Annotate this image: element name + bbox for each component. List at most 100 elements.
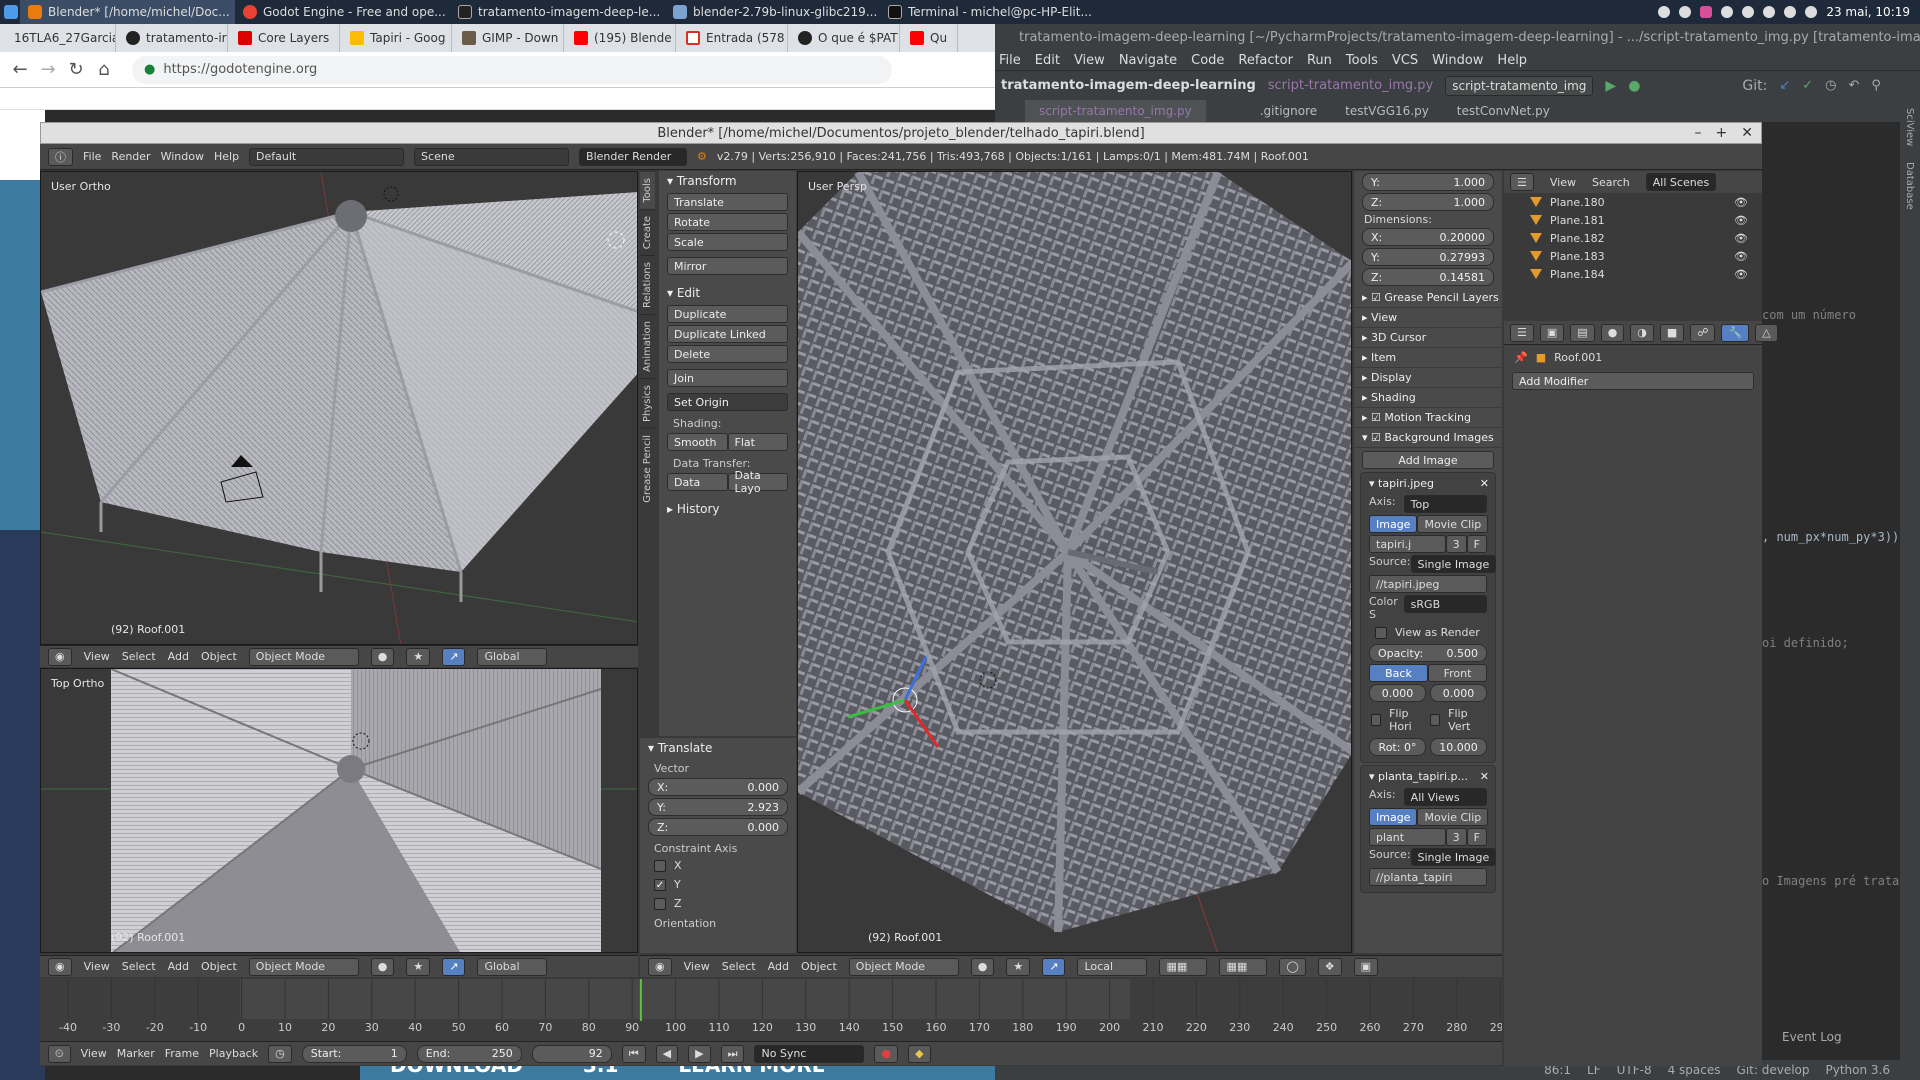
bg-fake-user[interactable]: F <box>1466 828 1487 846</box>
battery-icon[interactable] <box>1784 6 1797 18</box>
run-config-select[interactable]: script-tratamento_img <box>1445 75 1594 96</box>
bg-axis-select[interactable]: Top <box>1403 495 1487 513</box>
git-update-icon[interactable]: ↙ <box>1779 78 1790 93</box>
pycharm-menu-item[interactable]: VCS <box>1392 53 1418 68</box>
flip-vertical-checkbox[interactable]: Flip Vert <box>1428 704 1487 736</box>
close-icon[interactable]: ✕ <box>1480 477 1489 490</box>
manipulator-icon[interactable]: ↗ <box>1042 957 1066 976</box>
outliner-item[interactable]: Plane.183 👁 <box>1504 247 1762 265</box>
bg-users-count[interactable]: 3 <box>1445 535 1467 553</box>
close-icon[interactable]: ✕ <box>1480 770 1489 783</box>
flip-horizontal-checkbox[interactable]: Flip Hori <box>1369 704 1428 736</box>
pycharm-menu-item[interactable]: Window <box>1432 53 1483 68</box>
timeline-marker-menu[interactable]: Marker <box>117 1047 155 1060</box>
outliner-display-select[interactable]: All Scenes <box>1645 173 1717 191</box>
pycharm-menu-item[interactable]: File <box>999 53 1021 68</box>
search-icon[interactable]: ⚲ <box>1871 78 1881 93</box>
panel-3d-cursor[interactable]: ▸ 3D Cursor <box>1354 328 1502 348</box>
editor-tab[interactable]: .gitignore <box>1246 100 1331 122</box>
manipulator-icon[interactable]: ↗ <box>442 647 466 666</box>
tab-animation[interactable]: Animation <box>640 313 655 378</box>
pycharm-menu-item[interactable]: View <box>1074 53 1105 68</box>
event-log-button[interactable]: Event Log <box>1782 1030 1842 1044</box>
pycharm-menu-item[interactable]: Navigate <box>1119 53 1177 68</box>
timeline-view-menu[interactable]: View <box>81 1047 107 1060</box>
visibility-icon[interactable]: 👁 <box>1734 250 1748 263</box>
duplicate-button[interactable]: Duplicate <box>667 305 788 323</box>
wifi-icon[interactable] <box>1763 6 1776 18</box>
mode-select[interactable]: Object Mode <box>248 647 359 666</box>
bg-filepath-field[interactable]: //tapiri.jpeg <box>1369 575 1487 593</box>
bg-image-header[interactable]: ▾ planta_tapiri.p... ✕ <box>1361 766 1495 786</box>
run-icon[interactable]: ▶ <box>1605 78 1616 94</box>
panel-background-images[interactable]: ▾ ☑ Background Images <box>1354 428 1502 448</box>
vector-x-field[interactable]: X: 0.000 <box>648 778 788 796</box>
tab-tools[interactable]: Tools <box>640 171 655 209</box>
render-engine-select[interactable]: Blender Render <box>579 147 688 166</box>
outliner-item[interactable]: Plane.181 👁 <box>1504 211 1762 229</box>
clock[interactable]: 23 mai, 10:19 <box>1826 5 1910 19</box>
snap-icon[interactable]: ❖ <box>1317 957 1342 976</box>
orientation-select[interactable]: Global <box>477 957 548 976</box>
visibility-icon[interactable]: 👁 <box>1734 268 1748 281</box>
mode-select[interactable]: Object Mode <box>248 957 359 976</box>
layers-grid[interactable]: ▦▦ <box>1219 957 1268 976</box>
bg-filepath-field[interactable]: //planta_tapiri <box>1369 868 1487 886</box>
pivot-select-icon[interactable]: ★ <box>406 647 431 666</box>
pycharm-menu-item[interactable]: Help <box>1497 53 1527 68</box>
bg-source-select[interactable]: Single Image <box>1410 555 1497 573</box>
screen-layout-select[interactable]: Default <box>249 147 405 166</box>
pycharm-menu-item[interactable]: Edit <box>1035 53 1060 68</box>
play-reverse-icon[interactable]: ◀ <box>655 1044 679 1063</box>
bg-color-space-select[interactable]: sRGB <box>1403 595 1487 613</box>
blender-menu-window[interactable]: Window <box>161 150 204 163</box>
pycharm-menu-item[interactable]: Code <box>1191 53 1224 68</box>
tab-physics[interactable]: Physics <box>640 377 655 428</box>
pivot-select-icon[interactable]: ★ <box>1006 957 1031 976</box>
start-frame-field[interactable]: Start: 1 <box>301 1044 407 1063</box>
object-menu[interactable]: Object <box>201 650 237 663</box>
panel-shading[interactable]: ▸ Shading <box>1354 388 1502 408</box>
view-menu[interactable]: View <box>84 960 110 973</box>
panel-display[interactable]: ▸ Display <box>1354 368 1502 388</box>
proportional-edit-icon[interactable]: ◯ <box>1279 957 1306 976</box>
timeline-playback-menu[interactable]: Playback <box>209 1047 258 1060</box>
constraint-y-checkbox[interactable]: ✓ Y <box>640 875 796 894</box>
scale-y-field[interactable]: Y: 1.000 <box>1362 173 1494 191</box>
layers-grid[interactable]: ▦▦ <box>1159 957 1208 976</box>
maximize-icon[interactable]: + <box>1716 125 1728 141</box>
viewport-user-persp[interactable]: User Persp (92) Roof.001 <box>797 171 1352 953</box>
duplicate-linked-button[interactable]: Duplicate Linked <box>667 325 788 343</box>
blender-menu-render[interactable]: Render <box>111 150 150 163</box>
orientation-select[interactable]: Global <box>477 647 548 666</box>
shading-select-icon[interactable]: ● <box>370 957 395 976</box>
blender-menu-help[interactable]: Help <box>214 150 239 163</box>
outliner-item[interactable]: Plane.182 👁 <box>1504 229 1762 247</box>
set-origin-select[interactable]: Set Origin <box>667 393 788 411</box>
dimension-x-field[interactable]: X: 0.20000 <box>1362 228 1494 246</box>
bg-source-select[interactable]: Single Image <box>1410 848 1497 866</box>
transfer-icon[interactable] <box>1742 6 1755 18</box>
bg-fake-user[interactable]: F <box>1466 535 1487 553</box>
forward-icon[interactable]: → <box>34 56 62 84</box>
world-tab-icon[interactable]: ◑ <box>1630 323 1654 342</box>
jump-end-icon[interactable]: ⏭ <box>720 1044 745 1063</box>
select-menu[interactable]: Select <box>722 960 756 973</box>
task-blender[interactable]: Blender* [/home/michel/Doc... <box>20 0 235 24</box>
debug-icon[interactable]: ● <box>1628 78 1640 94</box>
view-menu[interactable]: View <box>84 650 110 663</box>
visibility-icon[interactable]: 👁 <box>1734 214 1748 227</box>
outliner-item[interactable]: Plane.180 👁 <box>1504 193 1762 211</box>
history-panel-header[interactable]: ▸ History <box>659 499 796 519</box>
viewport-top-ortho[interactable]: Top Ortho (92) Roof.001 <box>40 668 638 953</box>
panel-grease-pencil-layers[interactable]: ▸ ☑ Grease Pencil Layers <box>1354 288 1502 308</box>
editor-type-icon[interactable]: ◉ <box>48 957 72 976</box>
code-editor[interactable]: com um número , num_px*num_py*3)) oi def… <box>1762 122 1900 1072</box>
bg-movie-clip-toggle[interactable]: Movie Clip <box>1417 808 1489 826</box>
address-bar[interactable]: ● https://godotengine.org <box>132 55 892 84</box>
object-menu[interactable]: Object <box>801 960 837 973</box>
add-menu[interactable]: Add <box>168 650 189 663</box>
constraint-z-checkbox[interactable]: Z <box>640 894 796 913</box>
browser-tab[interactable]: O que é $PAT <box>788 24 900 52</box>
bg-opacity-slider[interactable]: Opacity: 0.500 <box>1369 644 1487 662</box>
